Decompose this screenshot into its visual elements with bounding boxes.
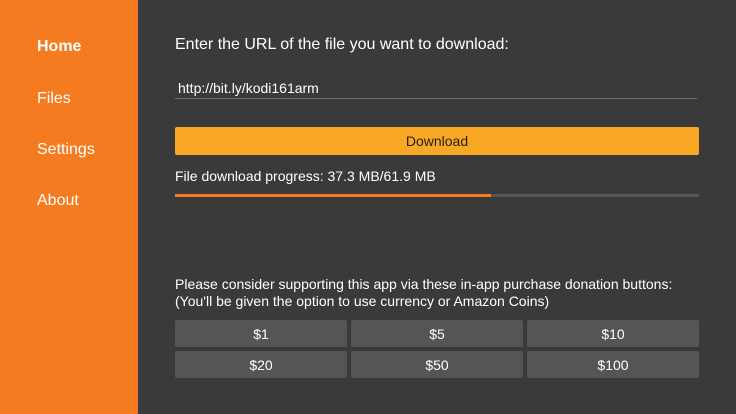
donate-100-button[interactable]: $100	[527, 351, 699, 378]
donation-message: Please consider supporting this app via …	[175, 276, 672, 310]
download-progress-fill	[175, 194, 491, 197]
donate-20-button[interactable]: $20	[175, 351, 347, 378]
download-progress-text: File download progress: 37.3 MB/61.9 MB	[175, 168, 436, 184]
sidebar-item-home[interactable]: Home	[37, 37, 81, 57]
sidebar: Home Files Settings About	[0, 0, 138, 414]
sidebar-item-about[interactable]: About	[37, 191, 79, 211]
donate-10-button[interactable]: $10	[527, 320, 699, 347]
donate-1-button[interactable]: $1	[175, 320, 347, 347]
sidebar-item-settings[interactable]: Settings	[37, 140, 95, 160]
url-prompt-label: Enter the URL of the file you want to do…	[175, 36, 509, 53]
donation-buttons: $1 $5 $10 $20 $50 $100	[175, 320, 699, 378]
download-button[interactable]: Download	[175, 127, 699, 155]
download-progress-bar	[175, 194, 699, 197]
donation-message-line2: (You'll be given the option to use curre…	[175, 293, 550, 309]
donate-50-button[interactable]: $50	[351, 351, 523, 378]
sidebar-item-files[interactable]: Files	[37, 89, 71, 109]
donation-message-line1: Please consider supporting this app via …	[175, 276, 673, 292]
url-input[interactable]	[175, 78, 697, 99]
donate-5-button[interactable]: $5	[351, 320, 523, 347]
main-panel: Enter the URL of the file you want to do…	[138, 0, 736, 414]
